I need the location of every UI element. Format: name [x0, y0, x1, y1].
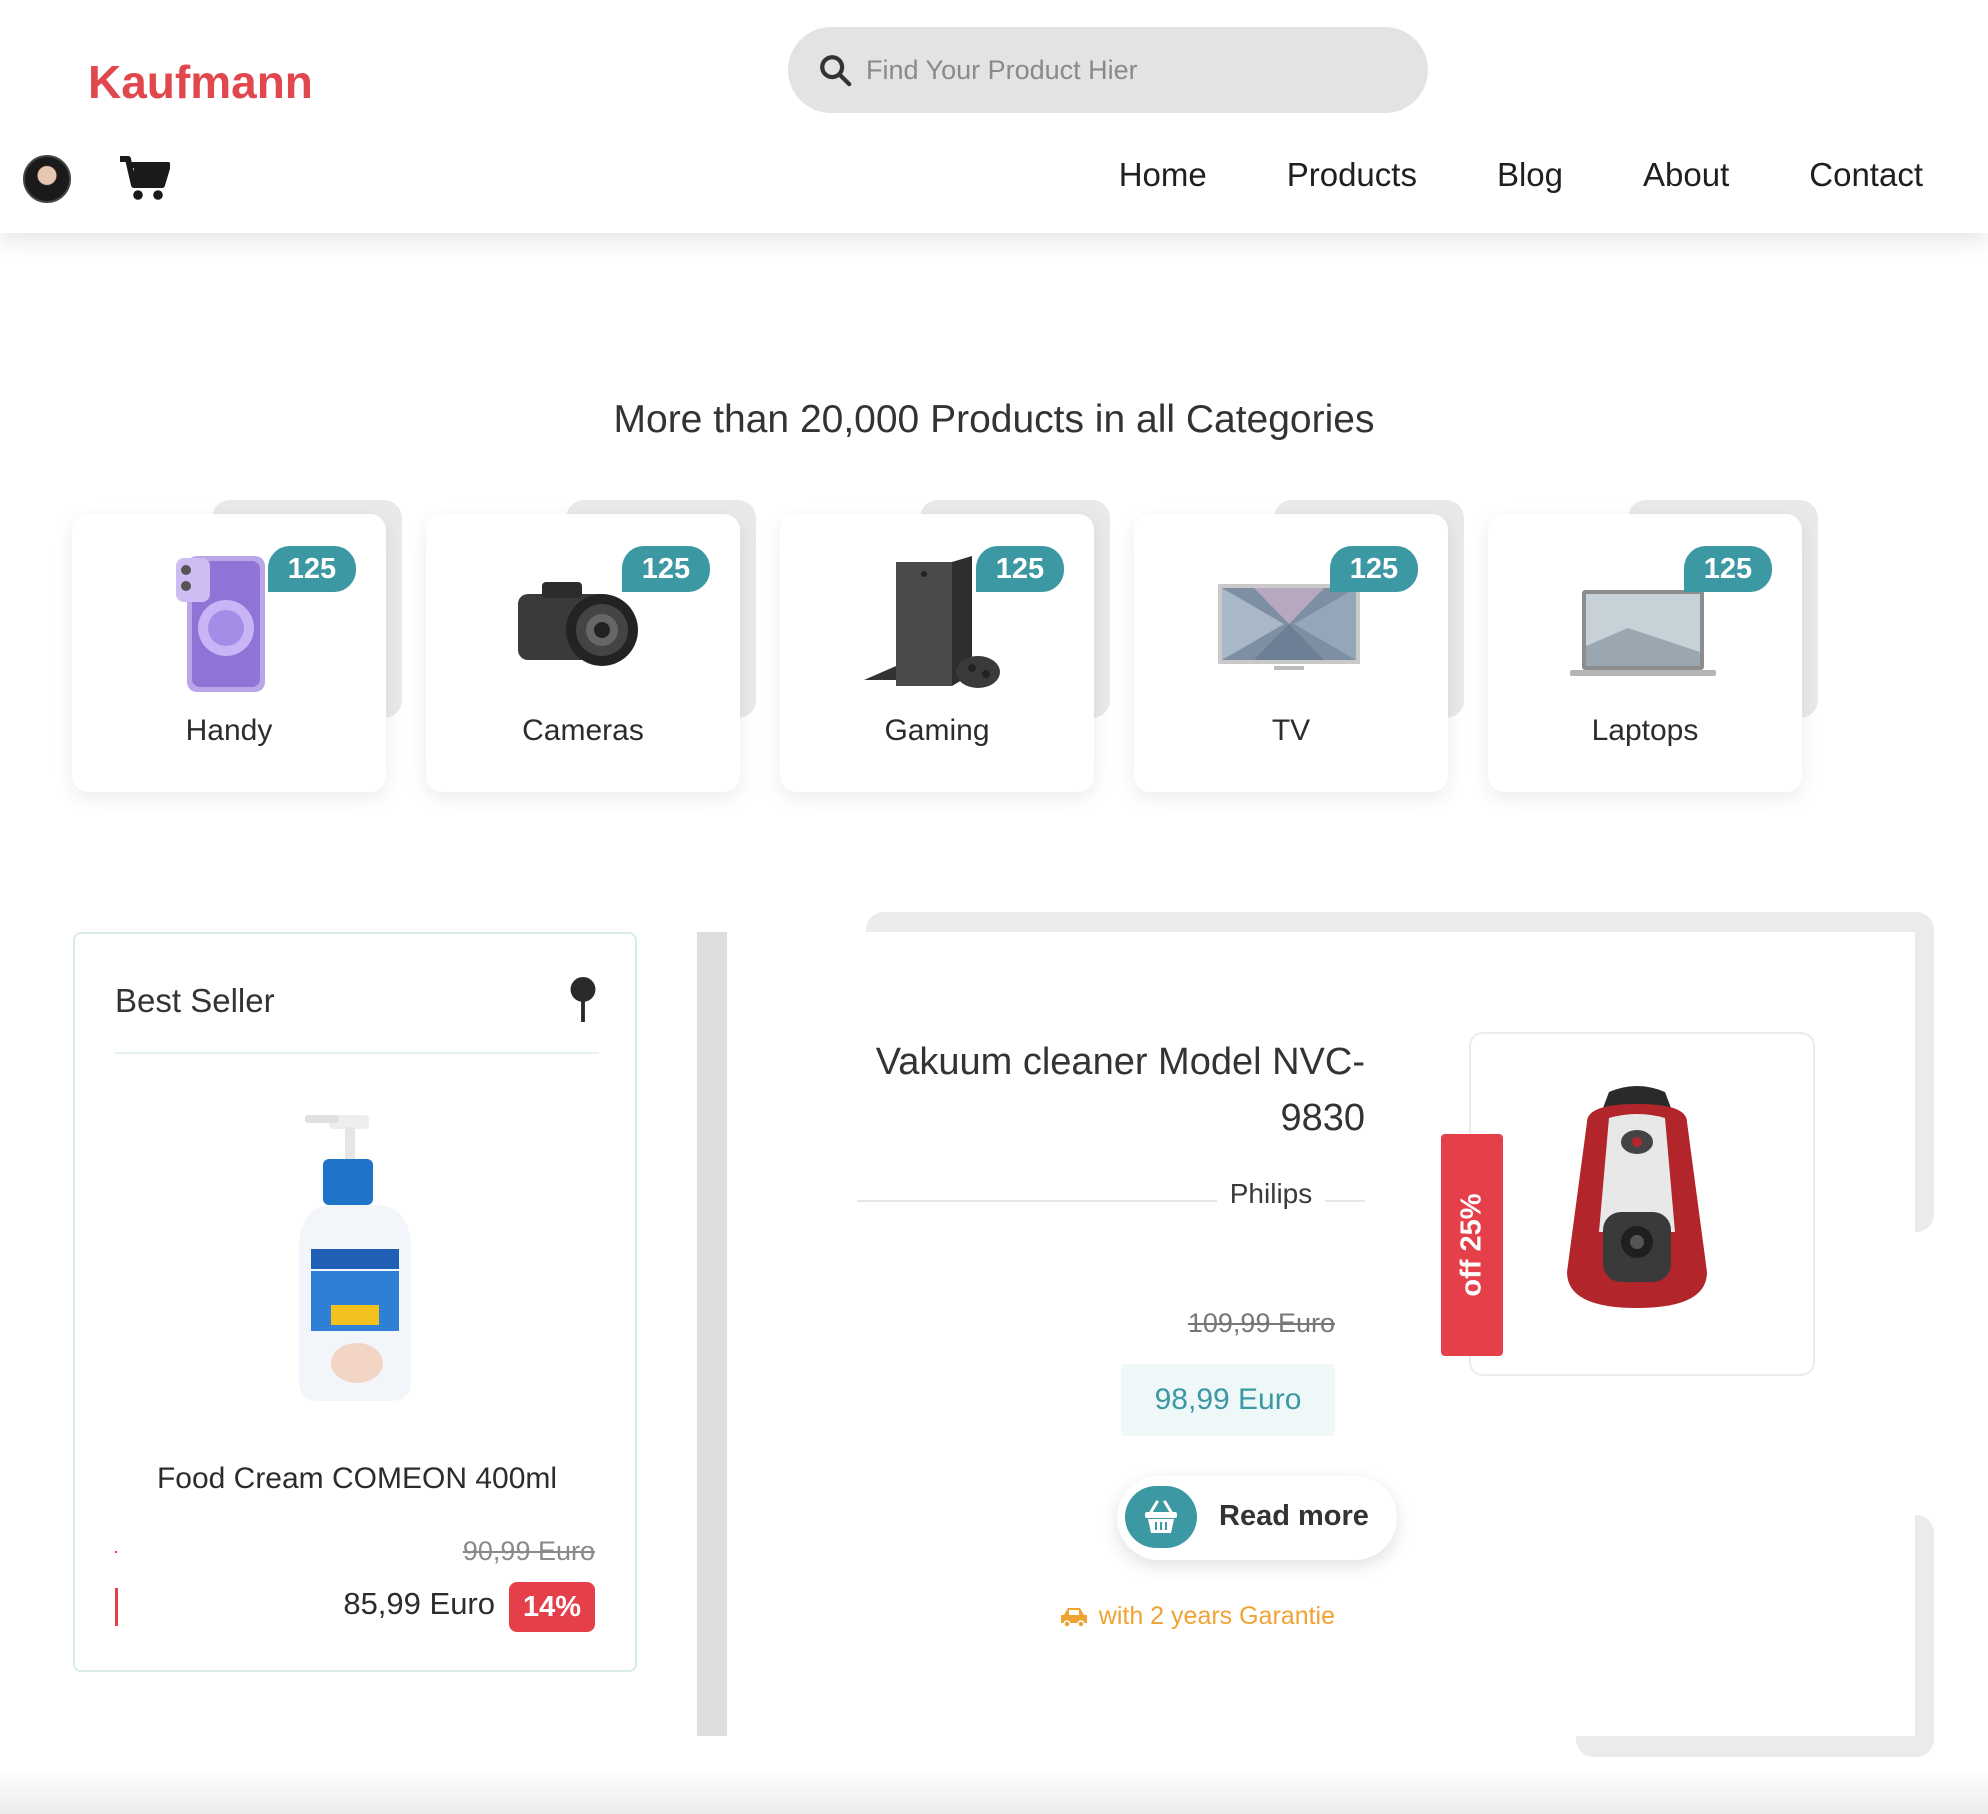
divider	[115, 1052, 599, 1054]
featured-title[interactable]: Vakuum cleaner Model NVC-9830	[857, 1034, 1365, 1146]
basket-icon-wrap	[1125, 1486, 1197, 1548]
read-more-button[interactable]: Read more	[1117, 1476, 1397, 1560]
nav-blog[interactable]: Blog	[1497, 156, 1563, 194]
category-cameras[interactable]: 125 Cameras	[426, 500, 756, 800]
search-input[interactable]	[866, 45, 1386, 95]
pin-icon[interactable]	[569, 976, 597, 1022]
section-title: More than 20,000 Products in all Categor…	[613, 398, 1375, 441]
accent-bar	[115, 1588, 118, 1626]
product-name[interactable]: Food Cream COMEON 400ml	[75, 1462, 639, 1496]
count-badge: 125	[622, 546, 710, 592]
old-price: 90,99 Euro	[462, 1536, 595, 1566]
cart-icon[interactable]	[118, 155, 170, 203]
divider	[857, 1200, 1217, 1202]
divider	[1325, 1200, 1365, 1202]
category-name: Gaming	[884, 714, 990, 747]
count-badge: 125	[1684, 546, 1772, 592]
category-card[interactable]: 125 Laptops	[1488, 514, 1802, 792]
brand-name: Philips	[1229, 1178, 1313, 1209]
category-name: Laptops	[1591, 714, 1699, 747]
site-header: Kaufmann Home Products Blog About Contac…	[0, 0, 1988, 233]
count-badge: 125	[1330, 546, 1418, 592]
read-more-label: Read more	[1219, 1500, 1369, 1532]
category-name: TV	[1271, 714, 1311, 747]
discount-badge: 14%	[509, 1582, 595, 1632]
category-name: Handy	[185, 714, 273, 747]
foot-cream-bottle-image	[299, 1115, 411, 1401]
search-bar[interactable]	[788, 27, 1428, 113]
discount-tag-label: off 25%	[1455, 1193, 1488, 1297]
vacuum-cleaner-image	[1567, 1086, 1707, 1308]
new-price: 98,99 Euro	[1121, 1364, 1335, 1436]
new-price: 85,99 Euro	[343, 1586, 495, 1621]
page-bottom-edge	[0, 1768, 1988, 1814]
category-name: Cameras	[522, 714, 644, 747]
guarantee-note: with 2 years Garantie	[1059, 1602, 1335, 1631]
nav-home[interactable]: Home	[1119, 156, 1207, 194]
category-card[interactable]: 125 Cameras	[426, 514, 740, 792]
best-seller-card[interactable]: Best Seller Food Cream COMEON 400ml 90,9…	[73, 932, 637, 1672]
old-price: 109,99 Euro	[1187, 1308, 1335, 1338]
category-card[interactable]: 125 Handy	[72, 514, 386, 792]
car-icon	[1060, 1607, 1087, 1628]
category-card[interactable]: 125 TV	[1134, 514, 1448, 792]
nav-contact[interactable]: Contact	[1809, 156, 1923, 194]
count-badge: 125	[268, 546, 356, 592]
nav-about[interactable]: About	[1643, 156, 1729, 194]
site-logo[interactable]: Kaufmann	[88, 55, 313, 109]
main-nav: Home Products Blog About Contact	[1119, 156, 1923, 194]
guarantee-text: with 2 years Garantie	[1098, 1602, 1335, 1630]
featured-product-card[interactable]: Vakuum cleaner Model NVC-9830 Philips 10…	[697, 932, 1915, 1736]
category-card[interactable]: 125 Gaming	[780, 514, 1094, 792]
category-tv[interactable]: 125 TV	[1134, 500, 1464, 800]
count-badge: 125	[976, 546, 1064, 592]
basket-icon	[1145, 1500, 1177, 1533]
category-handy[interactable]: 125 Handy	[72, 500, 402, 800]
user-avatar[interactable]	[23, 155, 71, 203]
discount-tag: off 25%	[1441, 1134, 1503, 1356]
best-seller-title: Best Seller	[115, 982, 275, 1019]
search-icon	[820, 55, 852, 87]
nav-products[interactable]: Products	[1287, 156, 1417, 194]
accent-mark	[115, 1551, 117, 1553]
category-laptops[interactable]: 125 Laptops	[1488, 500, 1818, 800]
category-gaming[interactable]: 125 Gaming	[780, 500, 1110, 800]
